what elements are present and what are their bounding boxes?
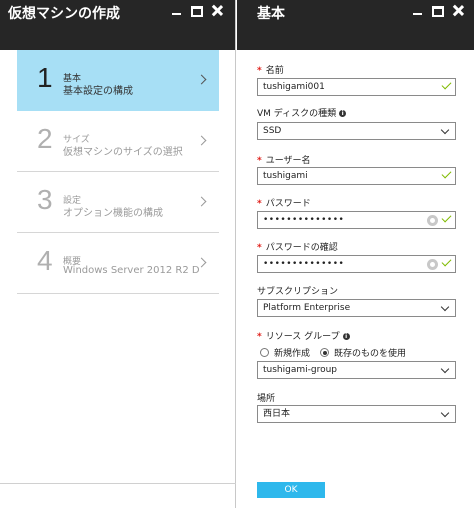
password-confirm-label: * パスワードの確認 — [257, 243, 338, 253]
step-settings[interactable]: 3 設定 オプション機能の構成 — [17, 172, 219, 233]
resource-group-label: * リソース グループ i — [257, 329, 350, 342]
username-value: tushigami — [263, 171, 308, 181]
radio-existing-label[interactable]: 既存のものを使用 — [334, 346, 406, 359]
password-label: * パスワード — [257, 199, 311, 209]
radio-existing[interactable] — [320, 348, 330, 357]
step-size[interactable]: 2 サイズ 仮想マシンのサイズの選択 — [17, 111, 219, 172]
step-description: 仮想マシンのサイズの選択 — [63, 147, 183, 158]
window-controls — [411, 4, 465, 17]
create-vm-blade: 仮想マシンの作成 1 基本 基本設定の構成 2 サイズ 仮想マシンのサイズの選択… — [0, 0, 236, 508]
required-mark: * — [257, 66, 262, 76]
radio-new[interactable] — [260, 348, 269, 357]
check-icon — [441, 168, 452, 179]
name-input[interactable]: tushigami001 — [257, 78, 456, 96]
info-icon[interactable]: i — [339, 110, 347, 117]
required-mark: * — [257, 332, 262, 342]
subscription-select[interactable]: Platform Enterprise — [257, 299, 456, 317]
wizard-steps: 1 基本 基本設定の構成 2 サイズ 仮想マシンのサイズの選択 3 設定 オプシ… — [17, 50, 219, 294]
chevron-down-icon — [440, 302, 450, 312]
chevron-down-icon — [440, 408, 450, 418]
check-icon — [441, 256, 452, 267]
location-value: 西日本 — [263, 409, 291, 419]
disk-type-value: SSD — [263, 126, 282, 136]
eye-reveal-icon[interactable] — [427, 215, 438, 226]
close-icon[interactable] — [452, 4, 465, 17]
check-icon — [441, 79, 452, 90]
blade-header: 仮想マシンの作成 — [0, 0, 235, 50]
step-description: オプション機能の構成 — [63, 208, 163, 219]
divider — [0, 483, 236, 484]
location-select[interactable]: 西日本 — [257, 405, 456, 423]
location-label: 場所 — [257, 394, 276, 404]
step-number: 4 — [37, 245, 53, 276]
password-confirm-input[interactable]: •••••••••••••• — [257, 255, 456, 273]
chevron-down-icon — [440, 364, 450, 374]
subscription-value: Platform Enterprise — [263, 303, 351, 313]
resource-group-value: tushigami-group — [263, 365, 338, 375]
window-controls — [170, 4, 224, 17]
step-number: 1 — [37, 62, 53, 93]
name-value: tushigami001 — [263, 82, 325, 92]
close-icon[interactable] — [211, 4, 224, 17]
step-description: Windows Server 2012 R2 D... — [63, 265, 199, 276]
minimize-icon[interactable] — [170, 4, 183, 17]
blade-title: 基本 — [257, 6, 285, 22]
username-label: * ユーザー名 — [257, 156, 311, 166]
disk-type-label: VM ディスクの種類 i — [257, 106, 347, 119]
basics-blade: 基本 * 名前 tushigami001 VM ディスクの種類 i SSD * ユーザ… — [237, 0, 474, 508]
maximize-icon[interactable] — [191, 5, 203, 17]
step-number: 2 — [37, 123, 53, 154]
step-number: 3 — [37, 184, 53, 215]
eye-reveal-icon[interactable] — [427, 259, 438, 270]
blade-header: 基本 — [237, 0, 474, 50]
step-basics[interactable]: 1 基本 基本設定の構成 — [17, 50, 219, 111]
chevron-down-icon — [440, 125, 450, 135]
resource-group-select[interactable]: tushigami-group — [257, 361, 456, 379]
chevron-right-icon — [196, 135, 207, 146]
subscription-label: サブスクリプション — [257, 287, 339, 297]
disk-type-select[interactable]: SSD — [257, 122, 456, 140]
info-icon[interactable]: i — [342, 333, 350, 340]
chevron-right-icon — [196, 196, 207, 207]
password-confirm-value: •••••••••••••• — [263, 259, 345, 269]
resource-group-options: 新規作成 既存のものを使用 — [260, 346, 416, 359]
maximize-icon[interactable] — [432, 5, 444, 17]
step-description: 基本設定の構成 — [63, 86, 133, 97]
required-mark: * — [257, 156, 262, 166]
ok-button[interactable]: OK — [257, 482, 325, 498]
chevron-right-icon — [196, 74, 207, 85]
radio-new-label[interactable]: 新規作成 — [274, 346, 310, 359]
minimize-icon[interactable] — [411, 4, 424, 17]
check-icon — [441, 212, 452, 223]
name-label: * 名前 — [257, 66, 284, 76]
blade-title: 仮想マシンの作成 — [8, 6, 120, 22]
password-input[interactable]: •••••••••••••• — [257, 211, 456, 229]
required-mark: * — [257, 243, 262, 253]
password-value: •••••••••••••• — [263, 215, 345, 225]
username-input[interactable]: tushigami — [257, 167, 456, 185]
step-summary[interactable]: 4 概要 Windows Server 2012 R2 D... — [17, 233, 219, 294]
required-mark: * — [257, 199, 262, 209]
